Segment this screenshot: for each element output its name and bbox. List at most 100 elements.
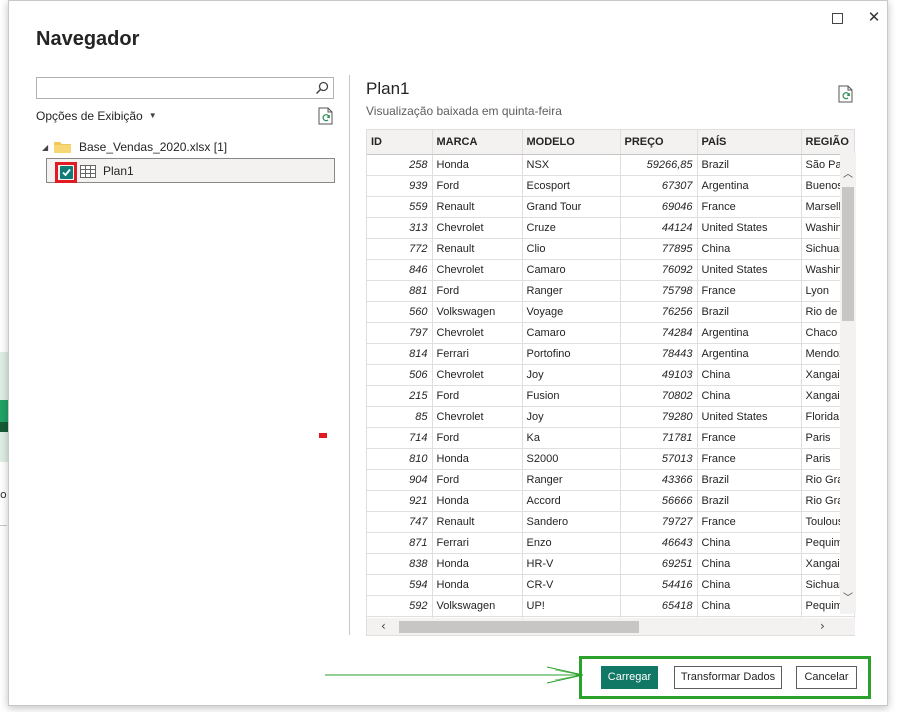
column-header[interactable]: MODELO — [522, 130, 621, 155]
table-cell: S2000 — [522, 448, 621, 470]
table-cell: China — [697, 595, 802, 617]
horizontal-scrollbar[interactable]: ‹ › — [367, 618, 855, 635]
table-cell: 747 — [367, 511, 433, 533]
column-header[interactable]: MARCA — [432, 130, 523, 155]
scroll-right-icon[interactable]: › — [820, 619, 825, 633]
table-cell: China — [697, 385, 802, 407]
table-cell: 69251 — [620, 553, 698, 575]
table-cell: Cruze — [522, 217, 621, 239]
table-row[interactable]: 904 Ford Ranger 43366 Brazil Rio Gra — [367, 469, 854, 491]
table-row[interactable]: 560 Volkswagen Voyage 76256 Brazil Rio de J — [367, 301, 854, 323]
column-header[interactable]: ID — [367, 130, 433, 155]
close-icon[interactable]: ✕ — [864, 7, 884, 27]
table-cell: Honda — [432, 448, 523, 470]
table-cell: Ranger — [522, 280, 621, 302]
table-icon — [80, 165, 96, 178]
load-button[interactable]: Carregar — [601, 666, 658, 689]
view-options-dropdown[interactable]: Opções de Exibição ▼ — [36, 109, 157, 123]
table-cell: 79280 — [620, 406, 698, 428]
table-row[interactable]: 313 Chevrolet Cruze 44124 United States Washi… — [367, 217, 854, 239]
table-cell: Argentina — [697, 343, 802, 365]
annotation-arrow — [325, 666, 584, 684]
tree-item-label: Plan1 — [103, 164, 134, 178]
table-cell: Brazil — [697, 469, 802, 491]
table-row[interactable]: 810 Honda S2000 57013 France Paris — [367, 448, 854, 470]
table-cell: 67307 — [620, 175, 698, 197]
table-cell: NSX — [522, 154, 621, 176]
preview-table: ID MARCA MODELO PREÇO PAÍS REGIÃO 258 Hon… — [367, 130, 854, 635]
expand-arrow-icon[interactable]: ◢ — [42, 143, 54, 152]
maximize-icon[interactable] — [832, 13, 843, 24]
pane-splitter[interactable] — [349, 75, 350, 635]
table-row[interactable]: 559 Renault Grand Tour 69046 France Marsell — [367, 196, 854, 218]
table-row[interactable]: 814 Ferrari Portofino 78443 Argentina Mendoz — [367, 343, 854, 365]
vertical-scrollbar[interactable]: ︿ ﹀ — [840, 153, 856, 614]
table-cell: Fusion — [522, 385, 621, 407]
vertical-scroll-thumb[interactable] — [842, 187, 854, 321]
cancel-button[interactable]: Cancelar — [796, 666, 857, 689]
column-header[interactable]: PREÇO — [620, 130, 698, 155]
table-cell: France — [697, 511, 802, 533]
folder-label: Base_Vendas_2020.xlsx [1] — [79, 140, 228, 154]
check-icon — [62, 168, 71, 177]
table-row[interactable]: 921 Honda Accord 56666 Brazil Rio Gra — [367, 490, 854, 512]
table-cell: Volkswagen — [432, 301, 523, 323]
scroll-left-icon[interactable]: ‹ — [381, 619, 386, 633]
table-row[interactable]: 747 Renault Sandero 79727 France Toulous — [367, 511, 854, 533]
table-cell: 70802 — [620, 385, 698, 407]
table-cell: 49103 — [620, 364, 698, 386]
table-cell: Brazil — [697, 154, 802, 176]
table-row[interactable]: 846 Chevrolet Camaro 76092 United States Wash… — [367, 259, 854, 281]
tree-item-checkbox[interactable] — [60, 166, 73, 179]
column-header[interactable]: PAÍS — [697, 130, 802, 155]
horizontal-scroll-thumb[interactable] — [399, 621, 639, 633]
table-row[interactable]: 592 Volkswagen UP! 65418 China Pequim — [367, 595, 854, 617]
table-row[interactable]: 838 Honda HR-V 69251 China Xangai — [367, 553, 854, 575]
transform-data-button[interactable]: Transformar Dados — [674, 666, 782, 689]
table-cell: UP! — [522, 595, 621, 617]
table-row[interactable]: 85 Chevrolet Joy 79280 United States Florida — [367, 406, 854, 428]
preview-title: Plan1 — [366, 79, 410, 98]
table-row[interactable]: 258 Honda NSX 59266,85 Brazil São Pau — [367, 154, 854, 176]
table-cell: Honda — [432, 154, 523, 176]
table-row[interactable]: 506 Chevrolet Joy 49103 China Xangai — [367, 364, 854, 386]
table-cell: Chevrolet — [432, 217, 523, 239]
column-header[interactable]: REGIÃO — [801, 130, 854, 155]
table-cell: 69046 — [620, 196, 698, 218]
table-cell: China — [697, 532, 802, 554]
search-box[interactable] — [36, 77, 334, 99]
table-cell: Clio — [522, 238, 621, 260]
table-cell: Ford — [432, 175, 523, 197]
scroll-down-icon[interactable]: ﹀ — [843, 589, 853, 604]
table-cell: Portofino — [522, 343, 621, 365]
dialog-title: Navegador — [36, 28, 140, 50]
table-row[interactable]: 939 Ford Ecosport 67307 Argentina Buenos — [367, 175, 854, 197]
preview-grid[interactable]: ID MARCA MODELO PREÇO PAÍS REGIÃO 258 Hon… — [366, 129, 855, 636]
table-header-row: ID MARCA MODELO PREÇO PAÍS REGIÃO — [367, 130, 854, 155]
table-cell: Honda — [432, 490, 523, 512]
scroll-up-icon[interactable]: ︿ — [843, 165, 853, 180]
table-cell: 57013 — [620, 448, 698, 470]
table-cell: 78443 — [620, 343, 698, 365]
search-icon[interactable] — [315, 81, 329, 95]
table-row[interactable]: 594 Honda CR-V 54416 China Sichuar — [367, 574, 854, 596]
table-cell: France — [697, 448, 802, 470]
tree-item-plan1[interactable]: Plan1 — [46, 158, 335, 183]
table-row[interactable]: 215 Ford Fusion 70802 China Xangai — [367, 385, 854, 407]
table-cell: Ferrari — [432, 343, 523, 365]
table-cell: 313 — [367, 217, 433, 239]
table-cell: Ecosport — [522, 175, 621, 197]
table-row[interactable]: 797 Chevrolet Camaro 74284 Argentina Chaco — [367, 322, 854, 344]
preview-subtitle: Visualização baixada em quinta-feira — [366, 104, 562, 118]
search-input[interactable] — [41, 81, 311, 99]
refresh-icon[interactable] — [838, 85, 854, 103]
table-row[interactable]: 871 Ferrari Enzo 46643 China Pequim — [367, 532, 854, 554]
table-cell: 71781 — [620, 427, 698, 449]
tree-folder-node[interactable]: ◢ Base_Vendas_2020.xlsx [1] — [42, 138, 227, 156]
table-row[interactable]: 881 Ford Ranger 75798 France Lyon — [367, 280, 854, 302]
table-cell: China — [697, 553, 802, 575]
table-row[interactable]: 772 Renault Clio 77895 China Sichuar — [367, 238, 854, 260]
table-cell: 215 — [367, 385, 433, 407]
table-row[interactable]: 714 Ford Ka 71781 France Paris — [367, 427, 854, 449]
refresh-icon[interactable] — [318, 107, 334, 125]
